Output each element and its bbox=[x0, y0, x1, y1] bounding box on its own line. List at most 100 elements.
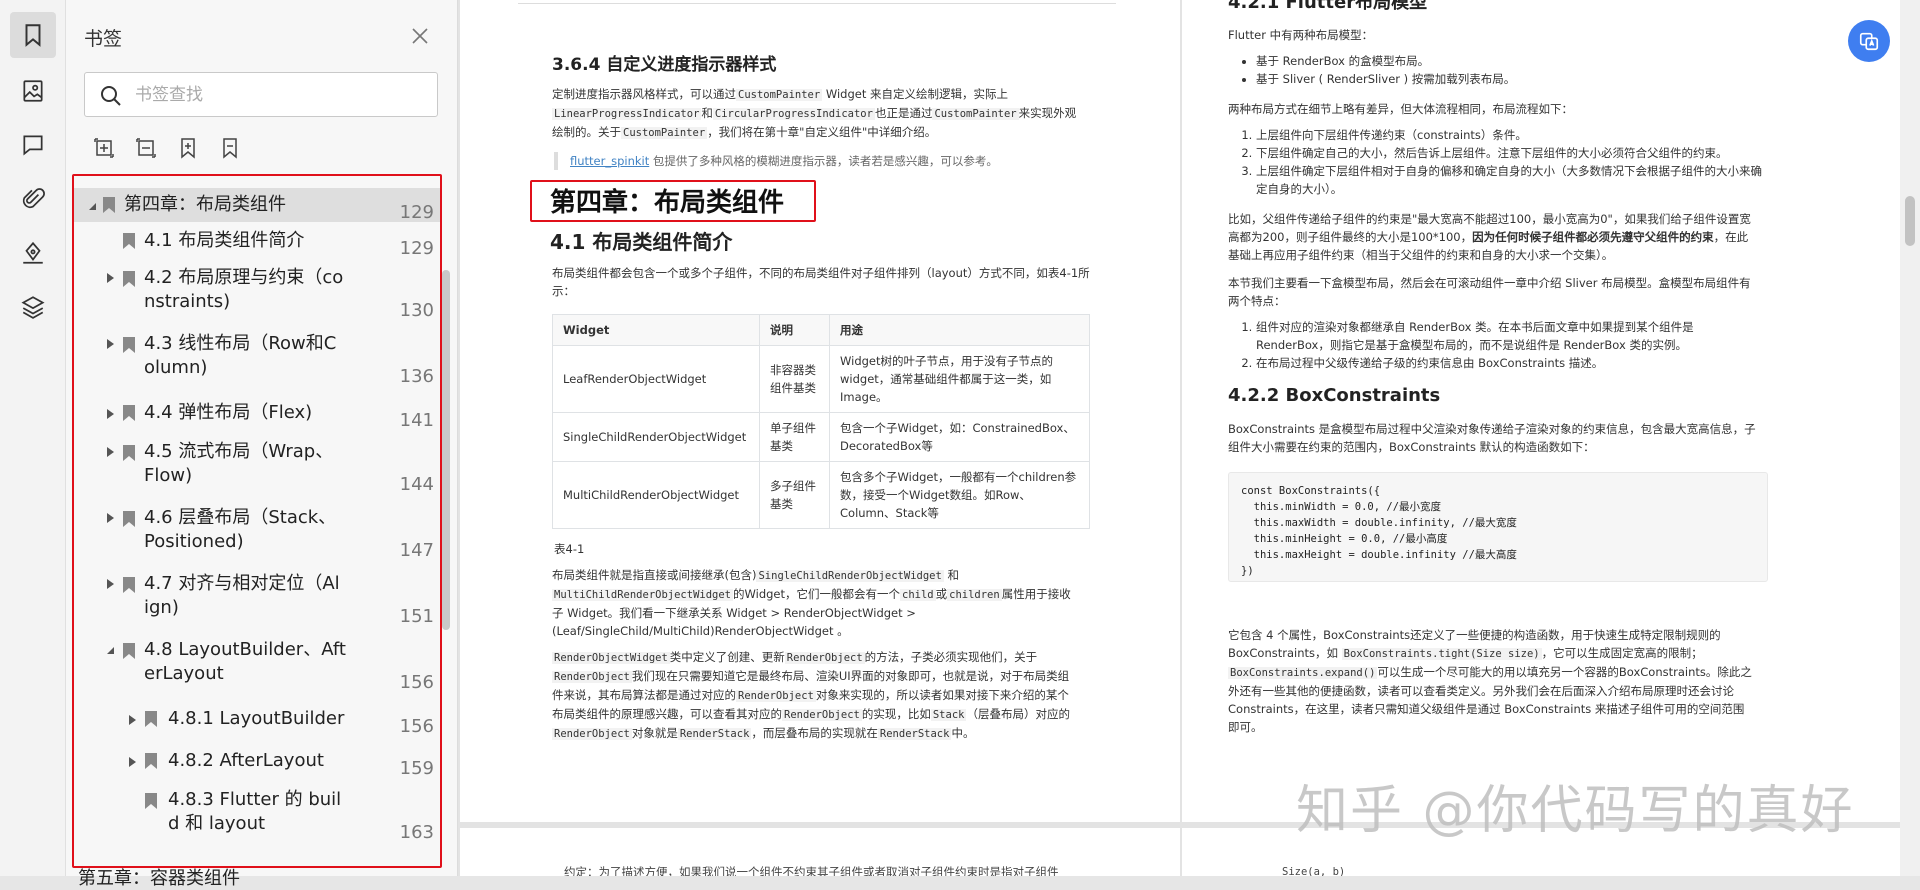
list-item: 上层组件向下层组件传递约束（constraints）条件。 bbox=[1256, 126, 1768, 144]
section-heading: 3.6.4 自定义进度指示器样式 bbox=[552, 55, 777, 75]
paragraph: 约定：为了描述方便，如果我们说一个组件不约束其子组件或者取消对子组件约束时是指对… bbox=[564, 865, 1059, 876]
tree-item-4-3[interactable]: 4.3 线性布局（Row和C olumn) 136 bbox=[74, 330, 440, 390]
section-heading: 4.2.1 Flutter布局模型 bbox=[1228, 0, 1428, 13]
tree-item-4-6[interactable]: 4.6 层叠布局（Stack、 Positioned) 147 bbox=[74, 504, 440, 564]
tree-item-page: 159 bbox=[399, 758, 434, 779]
tree-item-label: 4.6 层叠布局（Stack、 bbox=[144, 507, 337, 528]
expanded-arrow-icon[interactable] bbox=[104, 644, 116, 656]
scrollbar-thumb[interactable] bbox=[1905, 196, 1915, 246]
tree-item-label-cont: ign) bbox=[144, 597, 179, 618]
thumbnail-tab-button[interactable] bbox=[10, 68, 56, 114]
remove-bookmark-button[interactable] bbox=[218, 136, 244, 162]
bookmark-icon bbox=[145, 793, 157, 809]
tree-item-label: 4.3 线性布局（Row和C bbox=[144, 333, 337, 354]
tree-item-label: 4.4 弹性布局（Flex) bbox=[144, 402, 313, 423]
tree-item-4-2[interactable]: 4.2 布局原理与约束（co nstraints) 130 bbox=[74, 264, 440, 324]
bookmark-icon bbox=[123, 643, 135, 659]
list-item: 下层组件确定自己的大小，然后告诉上层组件。注意下层组件的大小必须符合父组件的约束… bbox=[1256, 144, 1768, 162]
attachment-tab-button[interactable] bbox=[10, 176, 56, 222]
paragraph: 定制进度指示器风格样式，可以通过 CustomPainter Widget 来自定… bbox=[552, 87, 1077, 139]
document-scrollbar[interactable] bbox=[1900, 0, 1920, 876]
list-item: 上层组件确定下层组件相对于自身的偏移和确定自身的大小（大多数情况下会根据子组件的… bbox=[1256, 162, 1768, 198]
tree-item-4-8-1[interactable]: 4.8.1 LayoutBuilder 156 bbox=[74, 702, 440, 737]
code-block: const BoxConstraints({ this.minWidth = 0… bbox=[1228, 472, 1768, 582]
paragraph: 比如，父组件传递给子组件的约束是"最大宽高不能超过100，最小宽高为0"，如果我… bbox=[1228, 212, 1751, 262]
tree-item-4-8-3[interactable]: 4.8.3 Flutter 的 buil d 和 layout 163 bbox=[74, 786, 440, 846]
tree-item-4-8[interactable]: 4.8 LayoutBuilder、Aft erLayout 156 bbox=[74, 636, 440, 696]
tree-item-label-cont: Flow) bbox=[144, 465, 193, 486]
paragraph: 布局类组件就是指直接或间接继承(包含) SingleChildRenderObje… bbox=[552, 568, 1071, 638]
tree-item-4-4[interactable]: 4.4 弹性布局（Flex) 141 bbox=[74, 396, 440, 431]
bookmark-panel: 书签 第四章：布局类组件 129 4.1 布局类组件简介 12 bbox=[66, 0, 458, 889]
bookmark-scrollbar[interactable] bbox=[442, 270, 450, 630]
expanded-arrow-icon[interactable] bbox=[86, 200, 98, 212]
collapsed-arrow-icon[interactable] bbox=[104, 408, 116, 420]
signature-tab-button[interactable] bbox=[10, 230, 56, 276]
pdf-page-left: 3.6.4 自定义进度指示器样式 定制进度指示器风格样式，可以通过 CustomP… bbox=[460, 0, 1180, 822]
expand-all-button[interactable] bbox=[92, 136, 118, 162]
close-icon[interactable] bbox=[410, 26, 430, 46]
tree-item-page: 129 bbox=[399, 202, 434, 223]
tree-item-page: 144 bbox=[399, 474, 434, 495]
widget-table: Widget 说明 用途 LeafRenderObjectWidget 非容器类… bbox=[552, 314, 1090, 529]
bookmark-icon bbox=[123, 233, 135, 249]
tree-item-4-1[interactable]: 4.1 布局类组件简介 129 bbox=[74, 224, 440, 259]
tree-item-page: 156 bbox=[399, 716, 434, 737]
panel-title: 书签 bbox=[84, 28, 123, 50]
numbered-list: 上层组件向下层组件传递约束（constraints）条件。 下层组件确定自己的大… bbox=[1228, 126, 1768, 198]
numbered-list: 组件对应的渲染对象都继承自 RenderBox 类。在本书后面文章中如果提到某个… bbox=[1228, 318, 1768, 372]
table-header: 用途 bbox=[829, 314, 1090, 346]
tree-item-page: 156 bbox=[399, 672, 434, 693]
bookmark-icon bbox=[123, 511, 135, 527]
bullet-list: 基于 RenderBox 的盒模型布局。 基于 Sliver ( RenderS… bbox=[1228, 52, 1768, 88]
bookmark-search-input[interactable] bbox=[135, 81, 425, 109]
layers-tab-button[interactable] bbox=[10, 284, 56, 330]
tree-item-label: 4.8.1 LayoutBuilder bbox=[168, 708, 345, 729]
floating-action-button[interactable] bbox=[1848, 20, 1890, 62]
paragraph: 本节我们主要看一下盒模型布局，然后会在可滚动组件一章中介绍 Sliver 布局模… bbox=[1228, 276, 1751, 308]
collapsed-arrow-icon[interactable] bbox=[126, 714, 138, 726]
bookmark-tree: 第四章：布局类组件 129 4.1 布局类组件简介 129 4.2 布局原理与约… bbox=[72, 174, 442, 868]
chapter-title: 第四章：布局类组件 bbox=[550, 188, 785, 218]
section-heading: 4.2.2 BoxConstraints bbox=[1228, 385, 1441, 406]
bookmark-remove-icon bbox=[223, 138, 237, 159]
comment-tab-button[interactable] bbox=[10, 122, 56, 168]
tree-item-4-8-2[interactable]: 4.8.2 AfterLayout 159 bbox=[74, 744, 440, 779]
collapsed-arrow-icon[interactable] bbox=[104, 338, 116, 350]
tree-item-label-cont: Positioned) bbox=[144, 531, 244, 552]
tree-item-label: 4.8.2 AfterLayout bbox=[168, 750, 324, 771]
paragraph: 布局类组件都会包含一个或多个子组件，不同的布局类组件对子组件排列（layout）… bbox=[552, 266, 1090, 298]
collapsed-arrow-icon[interactable] bbox=[104, 578, 116, 590]
list-item: 基于 RenderBox 的盒模型布局。 bbox=[1256, 52, 1768, 70]
bookmark-icon bbox=[123, 445, 135, 461]
collapsed-arrow-icon[interactable] bbox=[104, 512, 116, 524]
table-caption: 表4-1 bbox=[554, 542, 585, 556]
bookmark-icon bbox=[123, 577, 135, 593]
tree-item-4-5[interactable]: 4.5 流式布局（Wrap、 Flow) 144 bbox=[74, 438, 440, 498]
collapsed-arrow-icon[interactable] bbox=[104, 446, 116, 458]
tree-item-chapter4[interactable]: 第四章：布局类组件 129 bbox=[74, 188, 440, 223]
tree-item-label-cont: d 和 layout bbox=[168, 813, 266, 834]
table-header: Widget bbox=[552, 314, 760, 346]
collapse-all-button[interactable] bbox=[134, 136, 160, 162]
tree-item-label: 4.8 LayoutBuilder、Aft bbox=[144, 639, 346, 660]
bookmark-icon bbox=[103, 197, 115, 213]
tree-item-page: 141 bbox=[399, 410, 434, 431]
collapsed-arrow-icon[interactable] bbox=[104, 272, 116, 284]
tree-item-page: 129 bbox=[399, 238, 434, 259]
section-heading: 4.1 布局类组件简介 bbox=[550, 230, 733, 254]
bookmark-search[interactable] bbox=[84, 72, 438, 117]
collapsed-arrow-icon[interactable] bbox=[126, 756, 138, 768]
list-item: 组件对应的渲染对象都继承自 RenderBox 类。在本书后面文章中如果提到某个… bbox=[1256, 318, 1768, 354]
flutter-spinkit-link[interactable]: flutter_spinkit bbox=[570, 154, 649, 168]
tree-item-page: 130 bbox=[399, 300, 434, 321]
paragraph: RenderObjectWidget 类中定义了创建、更新 RenderObject… bbox=[552, 650, 1070, 740]
paragraph: 两种布局方式在细节上略有差异，但大体流程相同，布局流程如下： bbox=[1228, 102, 1573, 116]
bookmark-tab-button[interactable] bbox=[10, 12, 56, 58]
tree-item-chapter5[interactable]: 第五章：容器类组件 bbox=[78, 864, 240, 890]
add-bookmark-button[interactable] bbox=[176, 136, 202, 162]
tree-item-label: 第四章：布局类组件 bbox=[124, 194, 286, 215]
search-icon bbox=[101, 86, 121, 106]
tree-item-4-7[interactable]: 4.7 对齐与相对定位（Al ign) 151 bbox=[74, 570, 440, 630]
page-divider bbox=[518, 0, 1116, 4]
